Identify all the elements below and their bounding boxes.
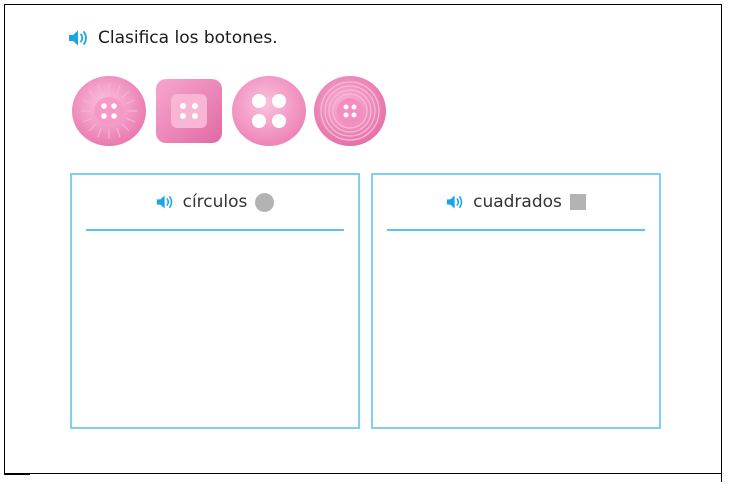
bin-header: círculos [86,175,344,231]
bin-circles[interactable]: círculos [70,173,360,429]
frame-edge [721,474,722,482]
square-button[interactable] [153,75,225,147]
speaker-icon[interactable] [446,194,465,210]
gray-square-icon [569,194,586,210]
round-sunburst-button[interactable] [71,75,147,147]
frame-edge [4,474,30,475]
instruction-text: Clasifica los botones. [98,28,278,48]
instruction-row: Clasifica los botones. [68,28,278,48]
drop-zone-squares[interactable] [373,231,659,427]
round-concentric-button[interactable] [313,75,387,147]
speaker-icon[interactable] [68,29,90,47]
gray-circle-icon [255,192,275,212]
bin-label-circles: círculos [182,192,248,212]
round-large-holes-button[interactable] [231,75,307,147]
speaker-icon[interactable] [156,194,175,210]
drop-zone-circles[interactable] [72,231,358,427]
draggable-buttons-row [71,75,387,147]
bin-squares[interactable]: cuadrados [371,173,661,429]
bin-label-squares: cuadrados [473,192,562,212]
bin-header: cuadrados [387,175,645,231]
